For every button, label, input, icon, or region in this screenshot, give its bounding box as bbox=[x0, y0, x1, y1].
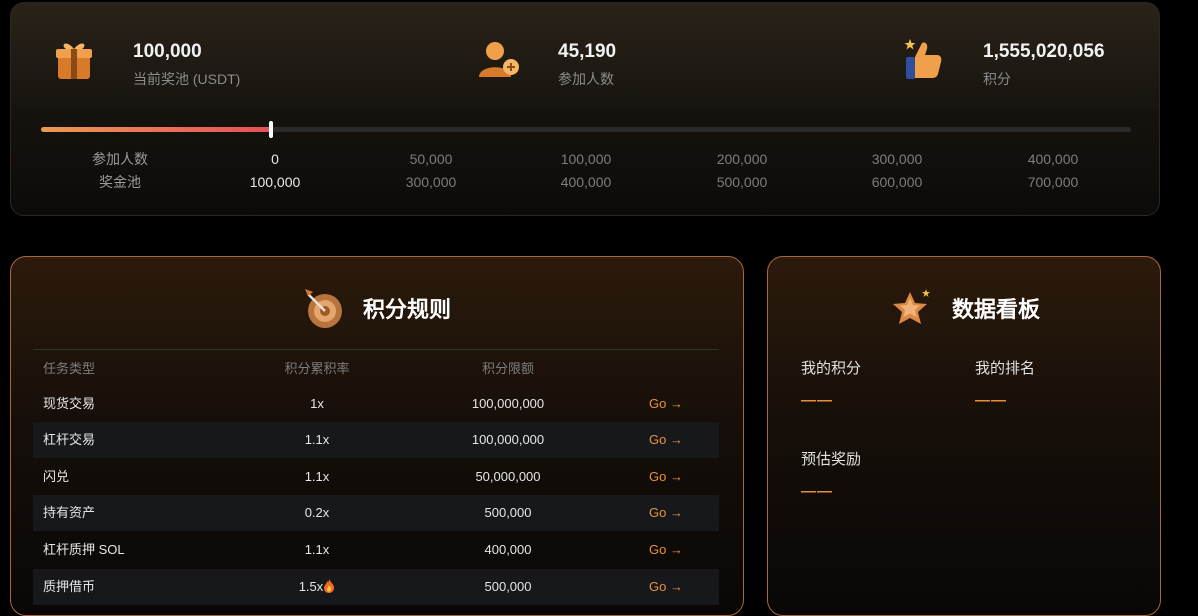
rules-title-group: 积分规则 bbox=[301, 283, 451, 333]
task-limit: 500,000 bbox=[484, 579, 532, 594]
progress-tick: 50,000 300,000 bbox=[405, 151, 457, 190]
task-rate: 0.2x bbox=[304, 505, 330, 520]
my-points-value: —— bbox=[801, 392, 833, 409]
task-limit: 50,000,000 bbox=[475, 469, 541, 484]
go-link[interactable]: Go → bbox=[649, 495, 683, 531]
task-limit: 100,000,000 bbox=[471, 432, 545, 447]
target-dart-icon bbox=[305, 289, 342, 328]
task-limit: 100,000,000 bbox=[471, 396, 545, 411]
task-name: 杠杆交易 bbox=[43, 432, 96, 447]
thumbs-up-icon bbox=[904, 39, 942, 79]
dashboard-title: 数据看板 bbox=[952, 297, 1041, 322]
progress-tick: 0 100,000 bbox=[249, 151, 301, 190]
prize-progress-marker bbox=[268, 121, 273, 138]
my-points-label: 我的积分 bbox=[801, 360, 862, 377]
task-rate: 1.1x bbox=[304, 432, 330, 447]
star-icon bbox=[893, 289, 930, 324]
task-rate: 1.1x bbox=[304, 542, 330, 557]
go-link[interactable]: Go → bbox=[649, 459, 683, 495]
task-limit: 500,000 bbox=[484, 505, 532, 520]
data-dashboard-card: 数据看板 我的积分 —— 我的排名 —— 预估奖励 —— bbox=[767, 256, 1161, 616]
task-name: 持有资产 bbox=[43, 505, 96, 520]
header-rate: 积分累积率 bbox=[284, 361, 350, 376]
my-rank-label: 我的排名 bbox=[975, 360, 1036, 377]
table-row: 质押借币 1.5x 500,000 Go → bbox=[33, 569, 719, 605]
task-rate-cell: 1.5x bbox=[263, 569, 371, 605]
go-link[interactable]: Go → bbox=[649, 532, 683, 568]
go-link[interactable]: Go → bbox=[649, 422, 683, 458]
my-rank-value: —— bbox=[975, 392, 1007, 409]
prize-progress-bar bbox=[41, 121, 1131, 138]
participants-label: 参加人数 bbox=[558, 71, 614, 87]
task-rate: 1.1x bbox=[304, 469, 330, 484]
table-row: 持有资产 0.2x 500,000 Go → bbox=[33, 495, 719, 531]
progress-tick: 200,000 500,000 bbox=[716, 151, 768, 190]
header-task-type: 任务类型 bbox=[43, 361, 96, 376]
points-rules-card: 积分规则 任务类型 积分累积率 积分限额 现货交易 1x 100,000,000… bbox=[10, 256, 744, 616]
add-user-icon bbox=[479, 42, 519, 77]
gift-box-icon bbox=[56, 43, 92, 79]
task-rate: 1.5x bbox=[298, 579, 324, 594]
table-row: 杠杆交易 1.1x 100,000,000 Go → bbox=[33, 422, 719, 458]
prize-progress-fill bbox=[41, 127, 271, 132]
progress-row-labels: 参加人数 奖金池 bbox=[60, 148, 180, 194]
task-name: 闪兑 bbox=[43, 469, 70, 484]
prize-row-label: 奖金池 bbox=[99, 174, 141, 190]
task-name: 现货交易 bbox=[43, 396, 96, 411]
dashboard-title-group: 数据看板 bbox=[890, 283, 1040, 333]
task-name: 杠杆质押 SOL bbox=[43, 542, 125, 557]
task-name: 质押借币 bbox=[43, 579, 96, 594]
participants-row-label: 参加人数 bbox=[92, 151, 148, 167]
table-row: 杠杆质押 SOL 1.1x 400,000 Go → bbox=[33, 532, 719, 568]
participants-value: 45,190 bbox=[558, 41, 617, 62]
progress-tick: 300,000 600,000 bbox=[871, 151, 923, 190]
progress-tick: 400,000 700,000 bbox=[1027, 151, 1079, 190]
points-label: 积分 bbox=[983, 71, 1011, 87]
estimated-reward-label: 预估奖励 bbox=[801, 451, 862, 468]
progress-tick: 100,000 400,000 bbox=[560, 151, 612, 190]
go-link[interactable]: Go → bbox=[649, 386, 683, 422]
header-limit: 积分限额 bbox=[481, 361, 534, 376]
task-rate: 1x bbox=[310, 396, 324, 411]
prize-pool-value: 100,000 bbox=[133, 41, 202, 62]
table-row: 现货交易 1x 100,000,000 Go → bbox=[33, 386, 719, 422]
points-value: 1,555,020,056 bbox=[983, 41, 1105, 62]
rules-title: 积分规则 bbox=[363, 297, 452, 322]
rules-divider bbox=[33, 349, 719, 350]
table-row: 闪兑 1.1x 50,000,000 Go → bbox=[33, 459, 719, 495]
prize-pool-panel: 100,000 当前奖池 (USDT) 45,190 参加人数 1,555,02… bbox=[10, 2, 1160, 216]
prize-pool-label: 当前奖池 (USDT) bbox=[133, 71, 241, 87]
go-link[interactable]: Go → bbox=[649, 569, 683, 605]
task-limit: 400,000 bbox=[484, 542, 532, 557]
estimated-reward-value: —— bbox=[801, 483, 833, 500]
fire-icon bbox=[324, 579, 335, 593]
